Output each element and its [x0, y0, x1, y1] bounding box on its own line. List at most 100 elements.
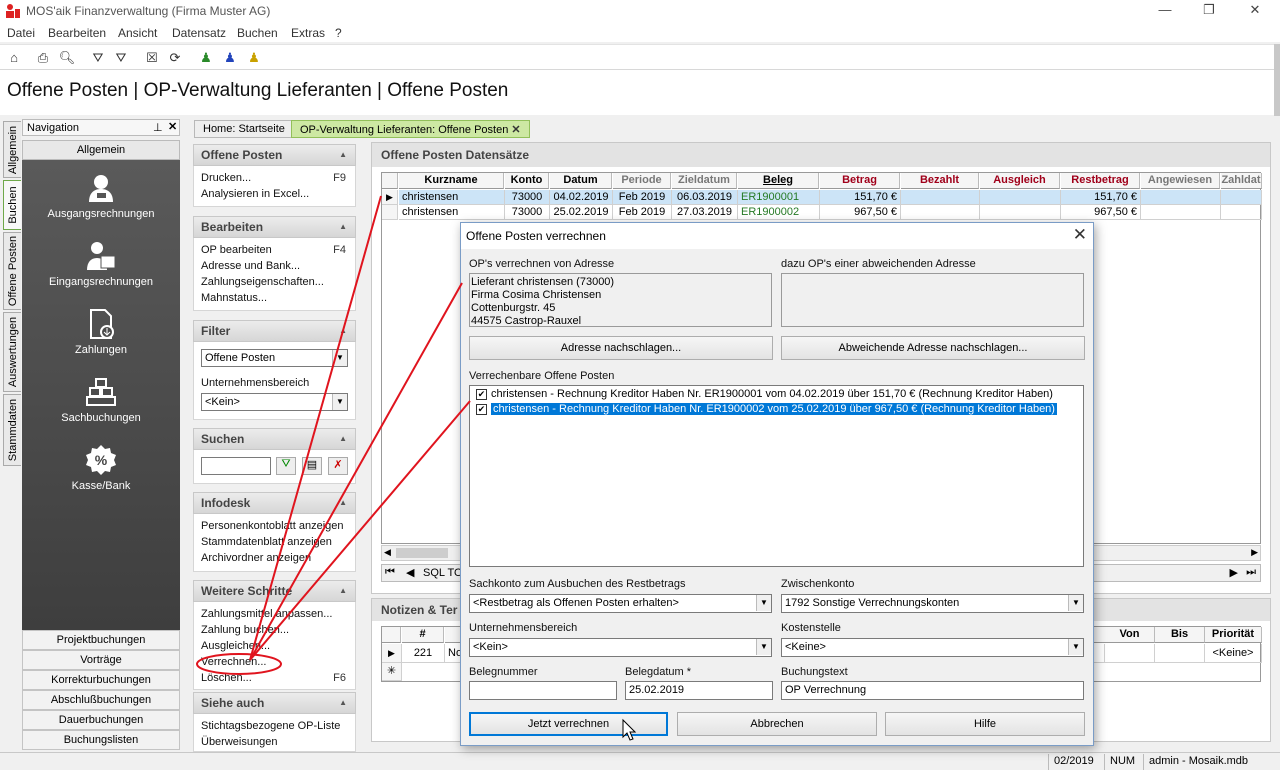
- menu-buchen[interactable]: Buchen: [237, 26, 278, 40]
- collapse-icon[interactable]: ▲: [339, 693, 347, 713]
- menu-datensatz[interactable]: Datensatz: [172, 26, 226, 40]
- scroll-left-icon[interactable]: ◀: [384, 547, 391, 558]
- col-angewiesen[interactable]: Angewiesen: [1141, 173, 1220, 189]
- link-zahlungseigenschaften[interactable]: Zahlungseigenschaften...: [201, 276, 324, 288]
- col-beleg[interactable]: Beleg: [738, 173, 819, 189]
- nav-ausgangsrechnungen[interactable]: Ausgangsrechnungen: [22, 172, 180, 220]
- notes-col-bis[interactable]: Bis: [1155, 627, 1205, 643]
- link-ausgleichen[interactable]: Ausgleichen...: [201, 640, 270, 652]
- checkbox-checked-icon[interactable]: ✔: [476, 404, 487, 415]
- notes-col-prioritaet[interactable]: Priorität: [1205, 627, 1262, 643]
- nav-sachbuchungen[interactable]: Sachbuchungen: [22, 376, 180, 424]
- link-zahlung-buchen[interactable]: Zahlung buchen...: [201, 624, 289, 636]
- panel-header-offene-posten[interactable]: Offene Posten ▲: [193, 144, 356, 166]
- header-scrollbar[interactable]: [1274, 44, 1280, 116]
- belegnummer-input[interactable]: [469, 681, 617, 700]
- list-item[interactable]: ✔ christensen - Rechnung Kreditor Haben N…: [471, 387, 1082, 402]
- link-zahlungsmittel[interactable]: Zahlungsmittel anpassen...: [201, 608, 332, 620]
- menu-ansicht[interactable]: Ansicht: [118, 26, 157, 40]
- col-restbetrag[interactable]: Restbetrag: [1061, 173, 1140, 189]
- zwischenkonto-select[interactable]: 1792 Sonstige Verrechnungskonten ▼: [781, 594, 1084, 613]
- menu-bearbeiten[interactable]: Bearbeiten: [48, 26, 106, 40]
- link-drucken[interactable]: Drucken...: [201, 172, 251, 184]
- menu-help[interactable]: ?: [335, 26, 342, 40]
- vtab-allgemein[interactable]: Allgemein: [3, 121, 21, 178]
- belegdatum-input[interactable]: 25.02.2019: [625, 681, 773, 700]
- nav-link-dauerbuchungen[interactable]: Dauerbuchungen: [22, 710, 180, 730]
- search-list-icon[interactable]: ▤: [302, 457, 322, 475]
- search-filter-icon[interactable]: ⛛: [276, 457, 296, 475]
- col-ausgleich[interactable]: Ausgleich: [980, 173, 1060, 189]
- close-nav-icon[interactable]: ✕: [168, 120, 177, 133]
- cancel-icon[interactable]: ☒: [143, 49, 161, 67]
- panel-header-suchen[interactable]: Suchen ▲: [193, 428, 356, 450]
- link-mahnstatus[interactable]: Mahnstatus...: [201, 292, 267, 304]
- user-blue-icon[interactable]: ♟: [221, 49, 239, 67]
- menu-datei[interactable]: Datei: [7, 26, 35, 40]
- nav-link-projektbuchungen[interactable]: Projektbuchungen: [22, 630, 180, 650]
- checkbox-checked-icon[interactable]: ✔: [476, 389, 487, 400]
- unternehmensbereich-combo[interactable]: <Kein> ▼: [201, 393, 348, 411]
- chevron-down-icon[interactable]: ▼: [332, 350, 347, 366]
- nav-link-abschlussbuchungen[interactable]: Abschlußbuchungen: [22, 690, 180, 710]
- collapse-icon[interactable]: ▲: [339, 145, 347, 165]
- link-loeschen[interactable]: Löschen...: [201, 672, 252, 684]
- link-archivordner[interactable]: Archivordner anzeigen: [201, 552, 311, 564]
- link-adresse-bank[interactable]: Adresse und Bank...: [201, 260, 300, 272]
- sachkonto-select[interactable]: <Restbetrag als Offenen Posten erhalten>…: [469, 594, 772, 613]
- link-personenkontoblatt[interactable]: Personenkontoblatt anzeigen: [201, 520, 344, 532]
- close-tab-icon[interactable]: ✕: [511, 124, 520, 136]
- vtab-auswertungen[interactable]: Auswertungen: [3, 312, 21, 392]
- search-input[interactable]: [201, 457, 271, 475]
- collapse-icon[interactable]: ▲: [339, 217, 347, 237]
- col-periode[interactable]: Periode: [613, 173, 671, 189]
- col-konto[interactable]: Konto: [505, 173, 549, 189]
- tab-op-verwaltung[interactable]: OP-Verwaltung Lieferanten: Offene Posten…: [291, 120, 530, 138]
- notes-col-von[interactable]: Von: [1105, 627, 1155, 643]
- next-record-icon[interactable]: ▶: [1230, 566, 1238, 579]
- hilfe-button[interactable]: Hilfe: [885, 712, 1085, 736]
- vtab-stammdaten[interactable]: Stammdaten: [3, 394, 21, 466]
- dialog-close-icon[interactable]: ✕: [1073, 226, 1087, 244]
- home-icon[interactable]: ⌂: [5, 49, 23, 67]
- panel-header-bearbeiten[interactable]: Bearbeiten ▲: [193, 216, 356, 238]
- kostenstelle-select[interactable]: <Keine> ▼: [781, 638, 1084, 657]
- link-stichtags-op-liste[interactable]: Stichtagsbezogene OP-Liste: [201, 720, 340, 732]
- jetzt-verrechnen-button[interactable]: Jetzt verrechnen: [469, 712, 668, 736]
- minimize-button[interactable]: —: [1150, 2, 1180, 20]
- user-lock-icon[interactable]: ♟: [245, 49, 263, 67]
- nav-link-buchungslisten[interactable]: Buchungslisten: [22, 730, 180, 750]
- adresse-nachschlagen-button[interactable]: Adresse nachschlagen...: [469, 336, 773, 360]
- scroll-right-icon[interactable]: ▶: [1251, 547, 1258, 558]
- col-betrag[interactable]: Betrag: [820, 173, 900, 189]
- chevron-down-icon[interactable]: ▼: [1068, 639, 1083, 655]
- ub-select[interactable]: <Kein> ▼: [469, 638, 772, 657]
- panel-header-infodesk[interactable]: Infodesk ▲: [193, 492, 356, 514]
- collapse-icon[interactable]: ▲: [339, 429, 347, 449]
- nav-eingangsrechnungen[interactable]: Eingangsrechnungen: [22, 240, 180, 288]
- last-record-icon[interactable]: ⏭: [1246, 566, 1256, 579]
- refresh-icon[interactable]: ⟳: [166, 49, 184, 67]
- menu-extras[interactable]: Extras: [291, 26, 325, 40]
- notes-col-number[interactable]: #: [402, 627, 444, 643]
- collapse-icon[interactable]: ▲: [339, 493, 347, 513]
- print-icon[interactable]: ⎙: [34, 49, 52, 67]
- navigation-section[interactable]: Allgemein: [22, 140, 180, 160]
- restore-button[interactable]: ❐: [1194, 2, 1224, 20]
- panel-header-filter[interactable]: Filter ▲: [193, 320, 356, 342]
- chevron-down-icon[interactable]: ▼: [1068, 595, 1083, 611]
- buchungstext-input[interactable]: OP Verrechnung: [781, 681, 1084, 700]
- link-verrechnen[interactable]: Verrechnen...: [201, 656, 266, 668]
- col-kurzname[interactable]: Kurzname: [399, 173, 504, 189]
- nav-link-korrekturbuchungen[interactable]: Korrekturbuchungen: [22, 670, 180, 690]
- col-datum[interactable]: Datum: [550, 173, 612, 189]
- col-zieldatum[interactable]: Zieldatum: [672, 173, 737, 189]
- first-record-icon[interactable]: ⏮: [385, 566, 395, 579]
- panel-header-weitere-schritte[interactable]: Weitere Schritte ▲: [193, 580, 356, 602]
- new-row-icon[interactable]: ✳: [382, 663, 402, 681]
- collapse-icon[interactable]: ▲: [339, 581, 347, 601]
- link-stammdatenblatt[interactable]: Stammdatenblatt anzeigen: [201, 536, 332, 548]
- filter-clear-icon[interactable]: ⛛: [112, 49, 130, 67]
- nav-zahlungen[interactable]: Zahlungen: [22, 308, 180, 356]
- preview-icon[interactable]: 🔍︎: [58, 49, 76, 67]
